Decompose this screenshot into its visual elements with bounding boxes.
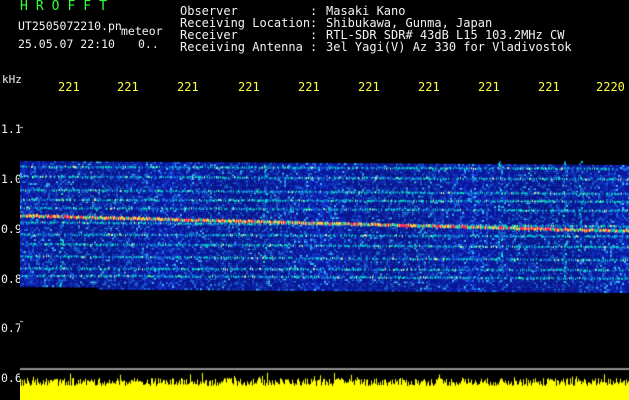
info-sep: :: [310, 40, 325, 54]
app-title: HROFFT: [20, 0, 115, 14]
x-tick-label: 221: [358, 80, 380, 94]
info-antenna: Receiving Antenna: 3el Yagi(V) Az 330 fo…: [180, 41, 572, 53]
y-tick-label: 0.9: [1, 222, 22, 236]
x-tick-label: 221: [117, 80, 139, 94]
y-tick-label: 1.0: [1, 172, 22, 186]
y-tick-label: 0.6: [1, 371, 22, 385]
axis-unit-label: kHz: [2, 73, 22, 86]
x-tick-label: 221: [238, 80, 260, 94]
file-name: UT2505072210.pn: [18, 19, 122, 33]
x-tick-label: 2220: [596, 80, 625, 94]
info-label: Receiving Antenna: [180, 40, 303, 54]
y-tick-label: 0.7: [1, 321, 22, 335]
x-tick-label: 221: [538, 80, 560, 94]
y-tick-label: 1.1: [1, 122, 22, 136]
datetime: 25.05.07 22:10: [18, 37, 115, 51]
x-tick-label: 221: [478, 80, 500, 94]
x-tick-label: 221: [177, 80, 199, 94]
info-value: 3el Yagi(V) Az 330 for Vladivostok: [326, 40, 572, 54]
datetime-extra: 0..: [138, 37, 159, 51]
y-tick-label: 0.8: [1, 272, 22, 286]
x-tick-label: 221: [298, 80, 320, 94]
spectrogram-plot: [20, 103, 629, 369]
file-tag: meteor: [121, 24, 163, 38]
x-tick-label: 221: [418, 80, 440, 94]
x-tick-label: 221: [58, 80, 80, 94]
power-level-bar: [20, 369, 629, 400]
hrofft-window: HROFFT UT2505072210.pn meteor 25.05.07 2…: [0, 0, 629, 400]
